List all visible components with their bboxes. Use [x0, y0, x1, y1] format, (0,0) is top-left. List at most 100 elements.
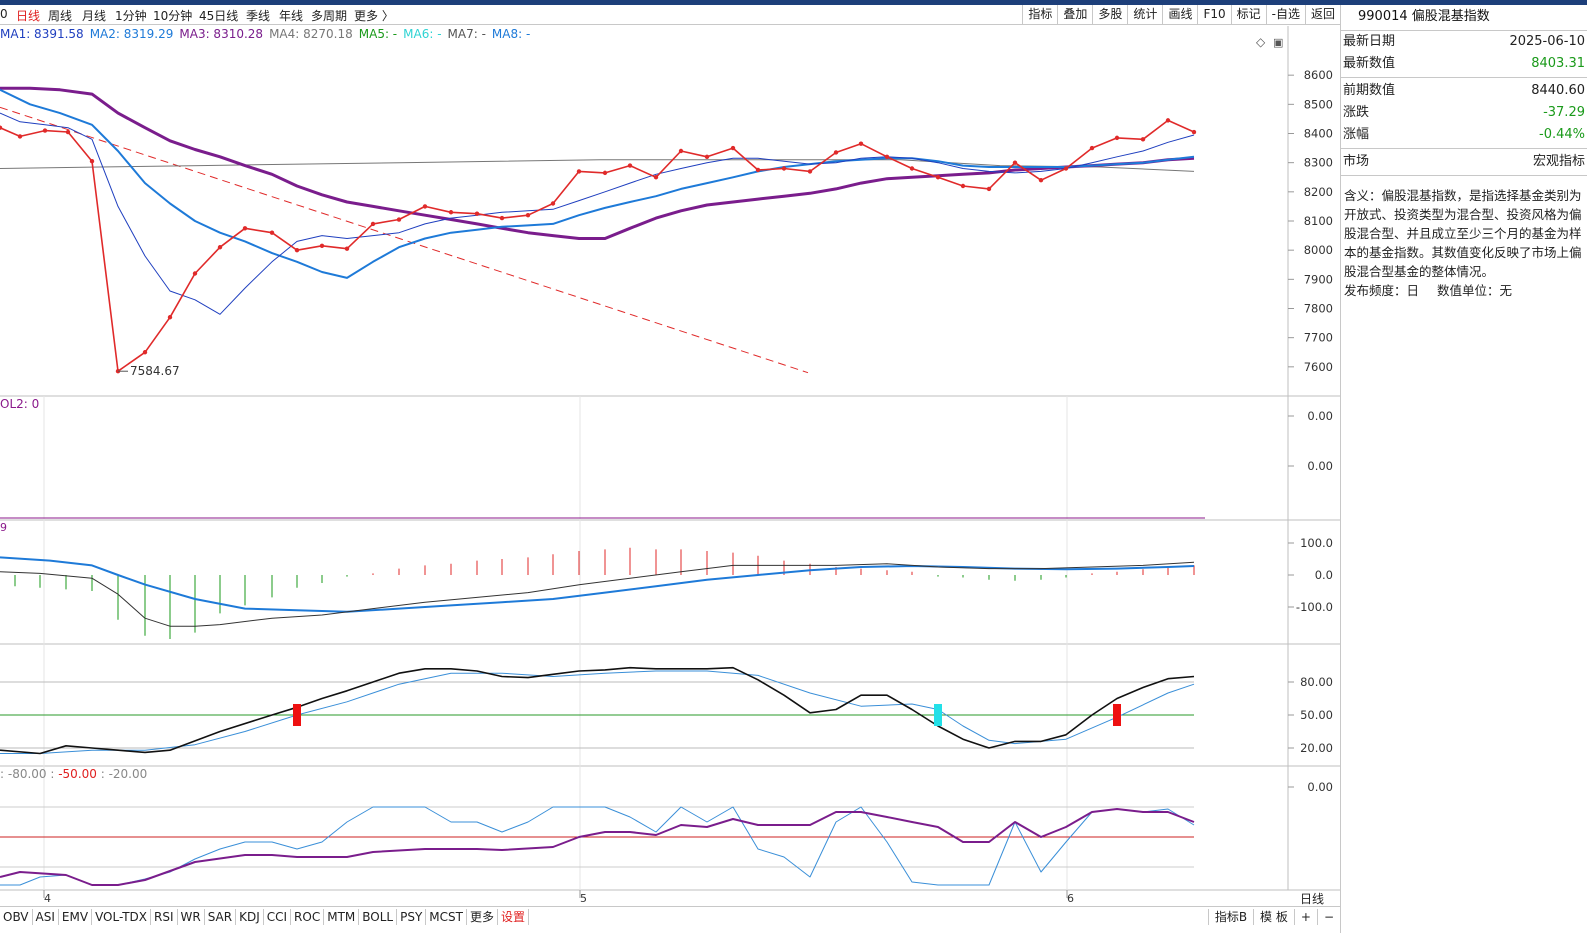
- info-value: 2025-06-10: [1509, 34, 1585, 49]
- price-point: [89, 159, 95, 164]
- info-group-market: 市场 宏观指标: [1341, 151, 1587, 173]
- price-point: [474, 211, 480, 216]
- info-row: 前期数值 8440.60: [1341, 80, 1587, 102]
- indicator-tab[interactable]: WR: [178, 909, 205, 925]
- period-tab[interactable]: 0: [0, 7, 8, 21]
- publish-info: 发布频度：日 数值单位：无: [1341, 281, 1587, 300]
- price-point: [269, 230, 275, 235]
- indicator-tab[interactable]: VOL-TDX: [92, 909, 151, 925]
- period-tab[interactable]: 周线: [48, 7, 72, 24]
- indicator-tab[interactable]: EMV: [59, 909, 93, 925]
- price-point: [142, 350, 148, 355]
- info-group-change: 前期数值 8440.60 涨跌 -37.29 涨幅 -0.44%: [1341, 80, 1587, 146]
- price-point: [602, 170, 608, 176]
- indicator-tab[interactable]: RSI: [151, 909, 178, 925]
- info-row: 涨跌 -37.29: [1341, 102, 1587, 124]
- template-button[interactable]: +: [1293, 909, 1317, 925]
- price-point: [499, 215, 505, 221]
- price-point: [627, 163, 633, 168]
- period-tab[interactable]: 1分钟: [115, 7, 147, 24]
- toolbar-button[interactable]: 返回: [1304, 5, 1340, 25]
- price-point: [1063, 166, 1069, 171]
- period-indicator: 日线: [1300, 892, 1325, 906]
- price-point: [370, 221, 376, 227]
- price-point: [909, 166, 915, 171]
- indicator-tab[interactable]: 更多: [467, 909, 498, 925]
- period-tab[interactable]: 45日线: [199, 7, 238, 24]
- period-tab[interactable]: 年线: [279, 7, 303, 24]
- period-tab[interactable]: 季线: [246, 7, 270, 24]
- indicator-tab[interactable]: MCST: [426, 909, 467, 925]
- vol-indicator-label: OL2: 0: [0, 397, 40, 411]
- y-tick-label: 80.00: [1300, 675, 1333, 689]
- price-point: [960, 183, 966, 189]
- price-point: [1089, 145, 1095, 151]
- period-tab[interactable]: 月线: [82, 7, 106, 24]
- y-tick-label: 7800: [1304, 302, 1333, 316]
- indicator-tab[interactable]: PSY: [397, 909, 427, 925]
- toolbar-button[interactable]: 指标: [1022, 5, 1057, 25]
- indicator-tab[interactable]: BOLL: [359, 909, 398, 925]
- info-value: -0.44%: [1539, 127, 1585, 142]
- info-value: 8403.31: [1531, 56, 1585, 71]
- indicator-tab[interactable]: CCI: [264, 909, 292, 925]
- info-group-latest: 最新日期 2025-06-10 最新数值 8403.31: [1341, 31, 1587, 75]
- wr1-line: [0, 808, 1195, 886]
- y-tick-label: 8300: [1304, 156, 1333, 170]
- price-point: [65, 129, 71, 135]
- y-tick-label: 8400: [1304, 127, 1333, 141]
- indicator-tab[interactable]: 设置: [498, 909, 530, 925]
- info-panel: 990014 偏股混基指数 最新日期 2025-06-10 最新数值 8403.31 …: [1340, 5, 1587, 933]
- info-row: 最新数值 8403.31: [1341, 53, 1587, 75]
- price-point: [422, 204, 428, 209]
- toolbar-button[interactable]: F10: [1197, 5, 1230, 25]
- indicator-tab[interactable]: SAR: [205, 909, 237, 925]
- price-point: [678, 148, 684, 154]
- price-point: [167, 315, 173, 320]
- price-point: [781, 166, 787, 171]
- info-label: 前期数值: [1343, 83, 1396, 98]
- window-icon: ▣: [1273, 36, 1283, 49]
- toolbar-button[interactable]: 多股: [1092, 5, 1127, 25]
- price-point: [1191, 129, 1197, 135]
- price-point: [576, 169, 582, 174]
- toolbar-button[interactable]: 统计: [1127, 5, 1162, 25]
- template-button[interactable]: 模 板: [1253, 909, 1294, 925]
- info-label: 市场: [1343, 154, 1370, 169]
- toolbar-button[interactable]: 画线: [1162, 5, 1197, 25]
- toolbar-button[interactable]: 叠加: [1057, 5, 1092, 25]
- template-button[interactable]: 指标B: [1207, 909, 1253, 925]
- period-tab[interactable]: 更多 〉: [354, 7, 394, 24]
- x-tick-label: 4: [44, 892, 51, 905]
- trend-line: [0, 106, 809, 374]
- ma2-line: [0, 88, 1195, 279]
- period-tab[interactable]: 多周期: [311, 7, 347, 24]
- indicator-tab[interactable]: ASI: [33, 909, 59, 925]
- info-label: 最新日期: [1343, 34, 1396, 49]
- price-point: [730, 145, 736, 151]
- toolbar-button[interactable]: 标记: [1230, 5, 1266, 25]
- price-point: [17, 134, 23, 139]
- price-point: [242, 226, 248, 231]
- indicator-tab[interactable]: KDJ: [236, 909, 264, 925]
- info-label: 涨幅: [1343, 127, 1370, 142]
- indicator-tab[interactable]: OBV: [0, 909, 33, 925]
- price-point: [858, 141, 864, 146]
- kline-chart[interactable]: 4 5 6 7600 7700 7800 7900 8000 8100 8200 8300 8400 8…: [0, 26, 1340, 906]
- value-unit: 数值单位：无: [1437, 283, 1513, 298]
- wr-indicator-label: : -80.00 : -50.00 : -20.00: [0, 767, 147, 781]
- period-toolbar: 0 日线 周线 月线 1分钟 10分钟 45日线 季线 年线 多周期 更多 〉 指标 叠加 多股 统计 画线…: [0, 5, 1340, 25]
- indicator-tab[interactable]: MTM: [324, 909, 360, 925]
- period-tab[interactable]: 10分钟: [153, 7, 192, 24]
- kdj-signal-mark: [293, 704, 301, 726]
- price-point: [935, 175, 941, 180]
- toolbar-button[interactable]: -自选: [1265, 5, 1305, 25]
- indicator-tab[interactable]: ROC: [291, 909, 325, 925]
- macd-indicator-label: 9: [0, 521, 7, 534]
- price-point: [448, 210, 454, 215]
- price-point: [192, 271, 198, 276]
- publish-frequency: 发布频度：日: [1344, 283, 1420, 298]
- info-label: 最新数值: [1343, 56, 1396, 71]
- period-tab[interactable]: 日线: [16, 7, 40, 24]
- template-button[interactable]: −: [1316, 909, 1340, 925]
